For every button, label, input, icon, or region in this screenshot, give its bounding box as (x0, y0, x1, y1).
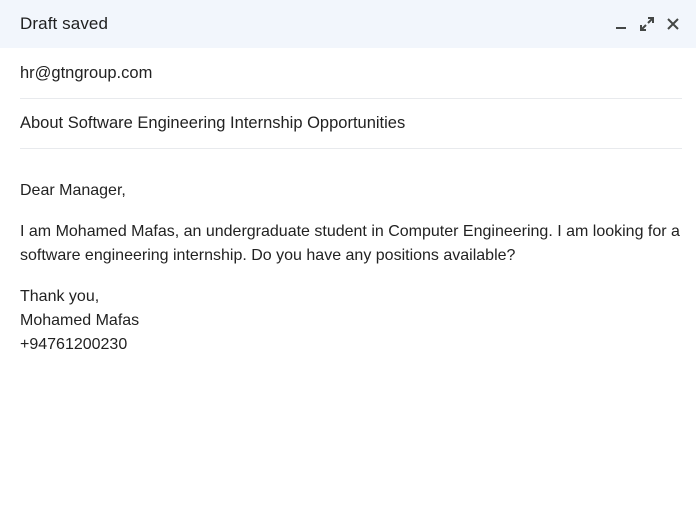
compose-header: Draft saved (0, 0, 696, 48)
window-controls (610, 13, 684, 35)
recipient-address: hr@gtngroup.com (20, 63, 153, 82)
message-paragraph: I am Mohamed Mafas, an undergraduate stu… (20, 223, 680, 264)
compose-window: Draft saved hr@gtngroup.com About Softwa… (0, 0, 696, 529)
signature-name: Mohamed Mafas (20, 312, 140, 329)
subject-field[interactable]: About Software Engineering Internship Op… (20, 99, 682, 149)
closing: Thank you, (20, 288, 100, 305)
compose-title: Draft saved (20, 14, 109, 33)
signature: Thank you, Mohamed Mafas +94761200230 (20, 285, 682, 357)
greeting: Dear Manager, (20, 182, 126, 199)
message-body[interactable]: Dear Manager, I am Mohamed Mafas, an und… (0, 149, 696, 357)
signature-phone: +94761200230 (20, 336, 128, 353)
minimize-icon[interactable] (610, 13, 632, 35)
recipient-field[interactable]: hr@gtngroup.com (20, 48, 682, 99)
expand-icon[interactable] (636, 13, 658, 35)
close-icon[interactable] (662, 13, 684, 35)
subject-text: About Software Engineering Internship Op… (20, 114, 406, 132)
